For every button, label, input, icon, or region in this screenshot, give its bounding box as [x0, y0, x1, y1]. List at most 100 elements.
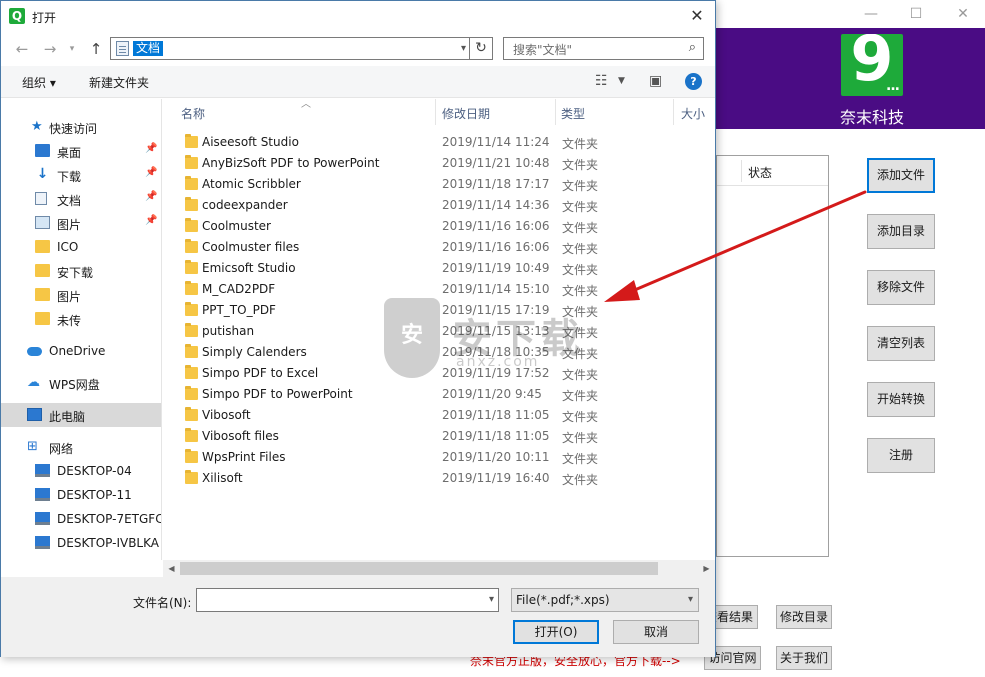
column-name[interactable]: 名称: [181, 105, 205, 122]
nav-item[interactable]: 此电脑: [1, 403, 161, 427]
clear-list-button[interactable]: 清空列表: [867, 326, 935, 361]
back-arrow-icon[interactable]: ←: [11, 38, 33, 60]
filename-input[interactable]: ▾: [196, 588, 499, 612]
nav-item[interactable]: ⊞ 网络: [1, 435, 161, 459]
about-us-button[interactable]: 关于我们: [776, 646, 832, 670]
nav-item[interactable]: 未传: [1, 307, 161, 331]
file-row[interactable]: Coolmuster 2019/11/16 16:06 文件夹: [179, 216, 715, 237]
refresh-icon[interactable]: ↻: [470, 37, 493, 60]
start-convert-button[interactable]: 开始转换: [867, 382, 935, 417]
remove-file-button[interactable]: 移除文件: [867, 270, 935, 305]
navigation-pane[interactable]: ★ 快速访问 桌面 📌 ↓ 下载 📌 文档 📌 图片 📌 ICO 安下载图片未传 OneDrive ☁ WPS…: [1, 99, 162, 560]
column-type[interactable]: 类型: [561, 105, 585, 122]
cloud-icon: ☁: [27, 375, 40, 390]
file-name: Emicsoft Studio: [202, 261, 296, 275]
file-row[interactable]: Emicsoft Studio 2019/11/19 10:49 文件夹: [179, 258, 715, 279]
new-folder-button[interactable]: 新建文件夹: [89, 74, 149, 91]
register-button[interactable]: 注册: [867, 438, 935, 473]
add-file-button[interactable]: 添加文件: [867, 158, 935, 193]
scroll-left-icon[interactable]: ◀: [163, 560, 180, 577]
column-size[interactable]: 大小: [681, 105, 705, 122]
organize-button[interactable]: 组织 ▾: [22, 74, 56, 91]
recent-locations-chevron-icon[interactable]: ▾: [61, 38, 83, 60]
nav-item[interactable]: DESKTOP-IVBLKA: [1, 531, 161, 555]
file-row[interactable]: Aiseesoft Studio 2019/11/14 11:24 文件夹: [179, 132, 715, 153]
close-icon[interactable]: ✕: [940, 0, 985, 28]
nav-item[interactable]: DESKTOP-04: [1, 459, 161, 483]
file-date: 2019/11/14 14:36: [442, 198, 550, 212]
nav-item[interactable]: DESKTOP-7ETGFC: [1, 507, 161, 531]
file-type-select[interactable]: File(*.pdf;*.xps) ▾: [511, 588, 699, 612]
file-type: 文件夹: [562, 347, 599, 361]
file-row[interactable]: Vibosoft 2019/11/18 11:05 文件夹: [179, 405, 715, 426]
nav-item[interactable]: OneDrive: [1, 339, 161, 363]
cancel-button[interactable]: 取消: [613, 620, 699, 644]
maximize-icon[interactable]: ☐: [893, 0, 939, 28]
file-date: 2019/11/18 11:05: [442, 429, 550, 443]
search-input[interactable]: 搜索"文档" ⌕: [503, 37, 704, 60]
file-queue-list[interactable]: 状态: [716, 155, 829, 557]
file-row[interactable]: Coolmuster files 2019/11/16 16:06 文件夹: [179, 237, 715, 258]
file-date: 2019/11/18 11:05: [442, 408, 550, 422]
file-name: AnyBizSoft PDF to PowerPoint: [202, 156, 380, 170]
folder-icon: [185, 470, 198, 484]
file-name: Xilisoft: [202, 471, 243, 485]
nav-item[interactable]: 图片: [1, 283, 161, 307]
view-options-icon[interactable]: ☷: [595, 73, 608, 89]
nav-item[interactable]: ICO: [1, 235, 161, 259]
preview-pane-icon[interactable]: ▣: [649, 73, 662, 89]
scroll-right-icon[interactable]: ▶: [698, 560, 715, 577]
nav-item[interactable]: ↓ 下载 📌: [1, 163, 161, 187]
nav-item[interactable]: ☁ WPS网盘: [1, 371, 161, 395]
file-row[interactable]: Simply Calenders 2019/11/18 10:35 文件夹: [179, 342, 715, 363]
file-list[interactable]: ︿ 名称 修改日期 类型 大小 Aiseesoft Studio 2019/11/…: [163, 99, 715, 560]
file-row[interactable]: Atomic Scribbler 2019/11/18 17:17 文件夹: [179, 174, 715, 195]
file-type: 文件夹: [562, 263, 599, 277]
logo-dots: ...: [886, 78, 900, 94]
file-type: 文件夹: [562, 431, 599, 445]
file-row[interactable]: AnyBizSoft PDF to PowerPoint 2019/11/21 1…: [179, 153, 715, 174]
file-row[interactable]: M_CAD2PDF 2019/11/14 15:10 文件夹: [179, 279, 715, 300]
file-row[interactable]: WpsPrint Files 2019/11/20 10:11 文件夹: [179, 447, 715, 468]
file-type-value: File(*.pdf;*.xps): [516, 593, 610, 607]
folder-icon: [185, 407, 198, 421]
add-folder-button[interactable]: 添加目录: [867, 214, 935, 249]
nav-item[interactable]: 图片 📌: [1, 211, 161, 235]
app-icon: Q: [9, 8, 25, 24]
file-row[interactable]: Vibosoft files 2019/11/18 11:05 文件夹: [179, 426, 715, 447]
address-dropdown-icon[interactable]: ▾: [461, 39, 466, 58]
nav-item[interactable]: DESKTOP-11: [1, 483, 161, 507]
up-arrow-icon[interactable]: ↑: [85, 38, 107, 60]
view-dropdown-chevron-icon[interactable]: ▼: [618, 76, 625, 86]
filename-dropdown-icon[interactable]: ▾: [489, 591, 494, 609]
file-row[interactable]: PPT_TO_PDF 2019/11/15 17:19 文件夹: [179, 300, 715, 321]
file-date: 2019/11/20 10:11: [442, 450, 550, 464]
column-date[interactable]: 修改日期: [442, 105, 490, 122]
help-icon[interactable]: ?: [685, 73, 702, 90]
nav-item[interactable]: 安下载: [1, 259, 161, 283]
monitor-icon: [35, 512, 50, 525]
file-row[interactable]: putishan 2019/11/15 13:13 文件夹: [179, 321, 715, 342]
nav-item[interactable]: 桌面 📌: [1, 139, 161, 163]
horizontal-scrollbar[interactable]: ◀ ▶: [163, 560, 715, 577]
forward-arrow-icon[interactable]: →: [39, 38, 61, 60]
nav-item-label: 桌面: [57, 146, 82, 160]
file-row[interactable]: Simpo PDF to Excel 2019/11/19 17:52 文件夹: [179, 363, 715, 384]
file-row[interactable]: Xilisoft 2019/11/19 16:40 文件夹: [179, 468, 715, 489]
file-row[interactable]: Simpo PDF to PowerPoint 2019/11/20 9:45 文件…: [179, 384, 715, 405]
nav-item[interactable]: ★ 快速访问: [1, 115, 161, 139]
minimize-icon[interactable]: —: [848, 0, 894, 28]
change-dir-button[interactable]: 修改目录: [776, 605, 832, 629]
scrollbar-thumb[interactable]: [180, 562, 658, 575]
file-type: 文件夹: [562, 179, 599, 193]
nav-item[interactable]: 文档 📌: [1, 187, 161, 211]
nav-item-label: 图片: [57, 290, 82, 304]
address-text[interactable]: 文档: [133, 41, 164, 56]
file-row[interactable]: codeexpander 2019/11/14 14:36 文件夹: [179, 195, 715, 216]
address-bar[interactable]: 文档 ▾: [110, 37, 470, 60]
file-name: Coolmuster files: [202, 240, 300, 254]
open-button[interactable]: 打开(O): [513, 620, 599, 644]
nav-item-label: 未传: [57, 314, 82, 328]
file-type-dropdown-icon[interactable]: ▾: [688, 591, 693, 609]
dialog-close-icon[interactable]: ✕: [683, 4, 711, 28]
